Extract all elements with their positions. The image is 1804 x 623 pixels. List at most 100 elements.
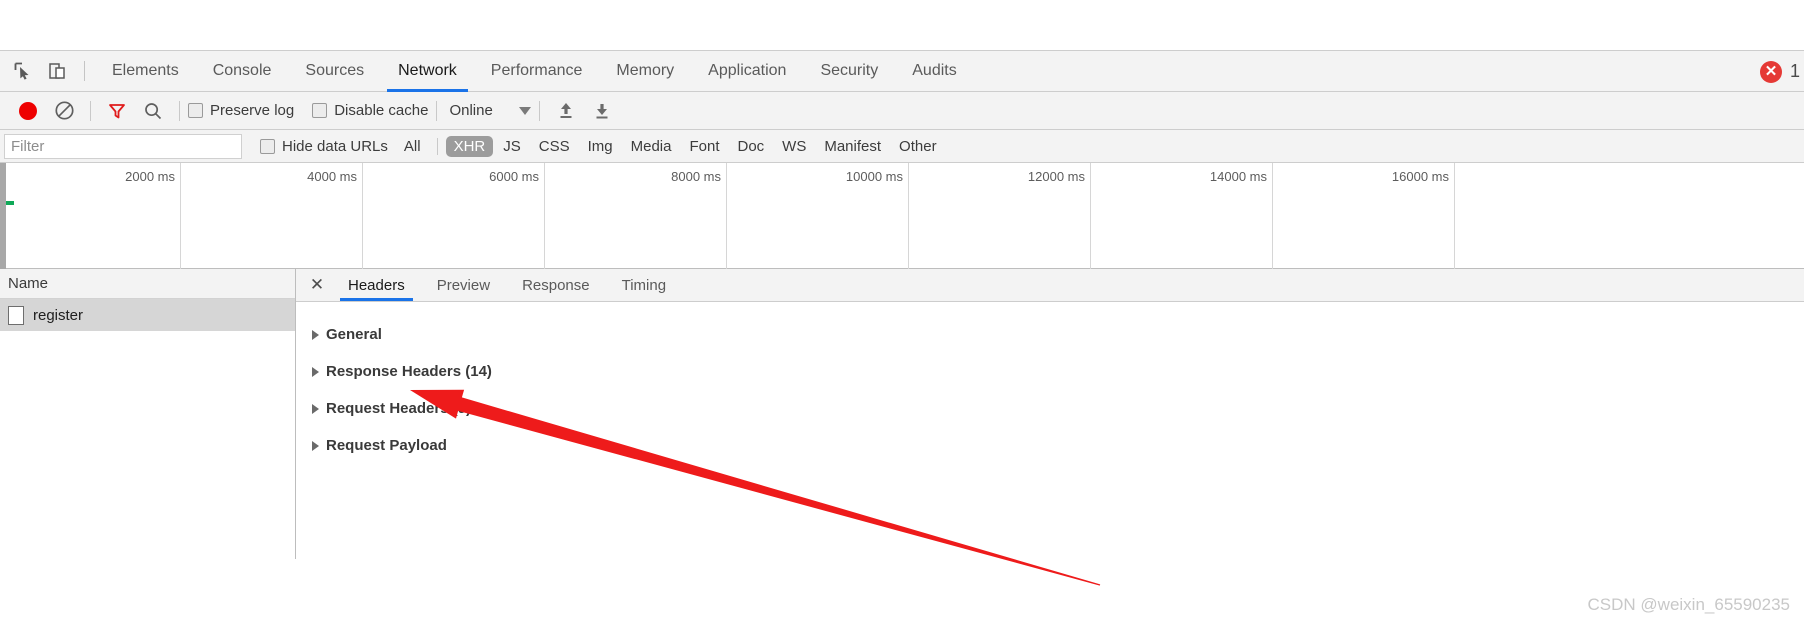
- tab-memory[interactable]: Memory: [599, 51, 691, 92]
- tabbar-divider: [84, 61, 85, 81]
- tab-audits[interactable]: Audits: [895, 51, 973, 92]
- disable-cache-box[interactable]: [312, 103, 328, 118]
- section-request-headers-label: Request Headers (9): [326, 400, 472, 417]
- filter-icon[interactable]: [99, 96, 135, 126]
- hide-data-urls-checkbox[interactable]: Hide data URLs: [260, 138, 388, 155]
- chevron-right-icon[interactable]: [312, 440, 319, 451]
- tab-timing[interactable]: Timing: [606, 269, 682, 301]
- type-filter-manifest[interactable]: Manifest: [816, 136, 889, 157]
- chevron-down-icon[interactable]: [518, 106, 531, 115]
- inspect-element-icon[interactable]: [6, 55, 40, 87]
- toolbar-divider-3: [436, 100, 438, 121]
- chevron-right-icon[interactable]: [312, 366, 319, 377]
- type-filter-js[interactable]: JS: [495, 136, 529, 157]
- section-request-payload-label: Request Payload: [326, 437, 447, 454]
- type-filter-other[interactable]: Other: [891, 136, 945, 157]
- tab-preview[interactable]: Preview: [421, 269, 506, 301]
- disable-cache-label: Disable cache: [334, 102, 429, 119]
- section-general[interactable]: General: [312, 316, 1804, 353]
- overview-tick-label: 14000 ms: [1209, 169, 1267, 184]
- overview-divider: [1454, 163, 1455, 269]
- type-filter-media[interactable]: Media: [623, 136, 680, 157]
- filter-input[interactable]: [4, 133, 242, 159]
- tab-sources[interactable]: Sources: [288, 51, 381, 92]
- hide-data-urls-box[interactable]: [260, 138, 275, 154]
- preserve-log-checkbox[interactable]: Preserve log: [188, 102, 294, 119]
- overview-tick-label: 2000 ms: [125, 169, 175, 184]
- page-viewport-strip: [0, 0, 1804, 50]
- preserve-log-box[interactable]: [188, 103, 203, 118]
- request-details-panel: ✕ Headers Preview Response Timing Genera…: [296, 269, 1804, 559]
- tab-elements[interactable]: Elements: [95, 51, 196, 92]
- type-filter-css[interactable]: CSS: [531, 136, 578, 157]
- devtools-tabbar: Elements Console Sources Network Perform…: [0, 50, 1804, 92]
- chevron-right-icon[interactable]: [312, 403, 319, 414]
- export-har-icon[interactable]: [584, 96, 620, 126]
- type-filter-font[interactable]: Font: [681, 136, 727, 157]
- error-count: 1: [1789, 61, 1800, 81]
- overview-divider: [180, 163, 181, 269]
- tab-audits-label: Audits: [912, 62, 957, 79]
- tab-security[interactable]: Security: [803, 51, 895, 92]
- type-filter-xhr[interactable]: XHR: [445, 135, 494, 157]
- overview-divider: [362, 163, 363, 269]
- devtools-window: Elements Console Sources Network Perform…: [0, 0, 1804, 623]
- overview-divider: [544, 163, 545, 269]
- type-filter-divider: [436, 137, 438, 155]
- type-filter-img[interactable]: Img: [580, 136, 621, 157]
- section-general-label: General: [326, 326, 382, 343]
- toolbar-divider-2: [179, 100, 180, 121]
- overview-gridlines: 2000 ms 4000 ms 6000 ms 8000 ms 10000 ms 1200…: [0, 163, 1804, 269]
- tab-elements-label: Elements: [112, 62, 179, 79]
- tab-application[interactable]: Application: [691, 51, 803, 92]
- tab-network[interactable]: Network: [381, 51, 474, 92]
- toolbar-divider-1: [90, 100, 91, 121]
- type-filter-all[interactable]: All: [396, 136, 429, 157]
- import-har-icon[interactable]: [548, 96, 584, 126]
- tab-sources-label: Sources: [305, 62, 365, 79]
- filter-bar: Hide data URLs All XHR JS CSS Img Media …: [0, 130, 1804, 163]
- search-icon[interactable]: [135, 96, 171, 126]
- error-indicator[interactable]: ✕ 1: [1759, 51, 1804, 92]
- section-response-headers[interactable]: Response Headers (14): [312, 353, 1804, 390]
- device-toolbar-icon[interactable]: [40, 55, 74, 87]
- error-circle-icon[interactable]: ✕: [1759, 60, 1782, 83]
- chevron-right-icon[interactable]: [312, 329, 319, 340]
- record-dot-icon: [19, 101, 37, 120]
- network-toolbar: Preserve log Disable cache Online: [0, 92, 1804, 130]
- tab-security-label: Security: [820, 62, 879, 79]
- details-tabbar: ✕ Headers Preview Response Timing: [296, 269, 1804, 302]
- throttling-value: Online: [449, 102, 493, 119]
- network-overview-timeline[interactable]: 2000 ms 4000 ms 6000 ms 8000 ms 10000 ms 1200…: [0, 163, 1804, 269]
- tab-memory-label: Memory: [616, 62, 675, 79]
- type-filter-doc[interactable]: Doc: [729, 136, 772, 157]
- document-icon: [8, 305, 24, 325]
- overview-divider: [1272, 163, 1273, 269]
- tab-response[interactable]: Response: [506, 269, 606, 301]
- toolbar-divider-4: [538, 100, 540, 121]
- tab-network-label: Network: [398, 62, 457, 79]
- column-header-name[interactable]: Name: [0, 269, 295, 299]
- request-list: Name register: [0, 269, 296, 559]
- tab-headers[interactable]: Headers: [332, 269, 421, 301]
- throttling-select[interactable]: Online: [445, 102, 531, 119]
- section-request-headers[interactable]: Request Headers (9): [312, 390, 1804, 427]
- disable-cache-checkbox[interactable]: Disable cache: [312, 102, 428, 119]
- tab-console[interactable]: Console: [196, 51, 289, 92]
- close-icon[interactable]: ✕: [302, 270, 332, 300]
- tab-console-label: Console: [212, 62, 272, 79]
- overview-divider: [726, 163, 727, 269]
- overview-tick-label: 16000 ms: [1391, 169, 1449, 184]
- record-button[interactable]: [10, 96, 46, 126]
- section-response-headers-label: Response Headers (14): [326, 363, 492, 380]
- section-request-payload[interactable]: Request Payload: [312, 427, 1804, 464]
- clear-button[interactable]: [46, 96, 82, 126]
- overview-divider: [908, 163, 909, 269]
- type-filter-ws[interactable]: WS: [774, 136, 814, 157]
- overview-tick-label: 8000 ms: [671, 169, 721, 184]
- tab-performance[interactable]: Performance: [474, 51, 600, 92]
- tab-performance-label: Performance: [490, 62, 583, 79]
- table-row[interactable]: register: [0, 299, 295, 331]
- headers-sections: General Response Headers (14) Request He…: [296, 302, 1804, 464]
- overview-tick-label: 12000 ms: [1027, 169, 1085, 184]
